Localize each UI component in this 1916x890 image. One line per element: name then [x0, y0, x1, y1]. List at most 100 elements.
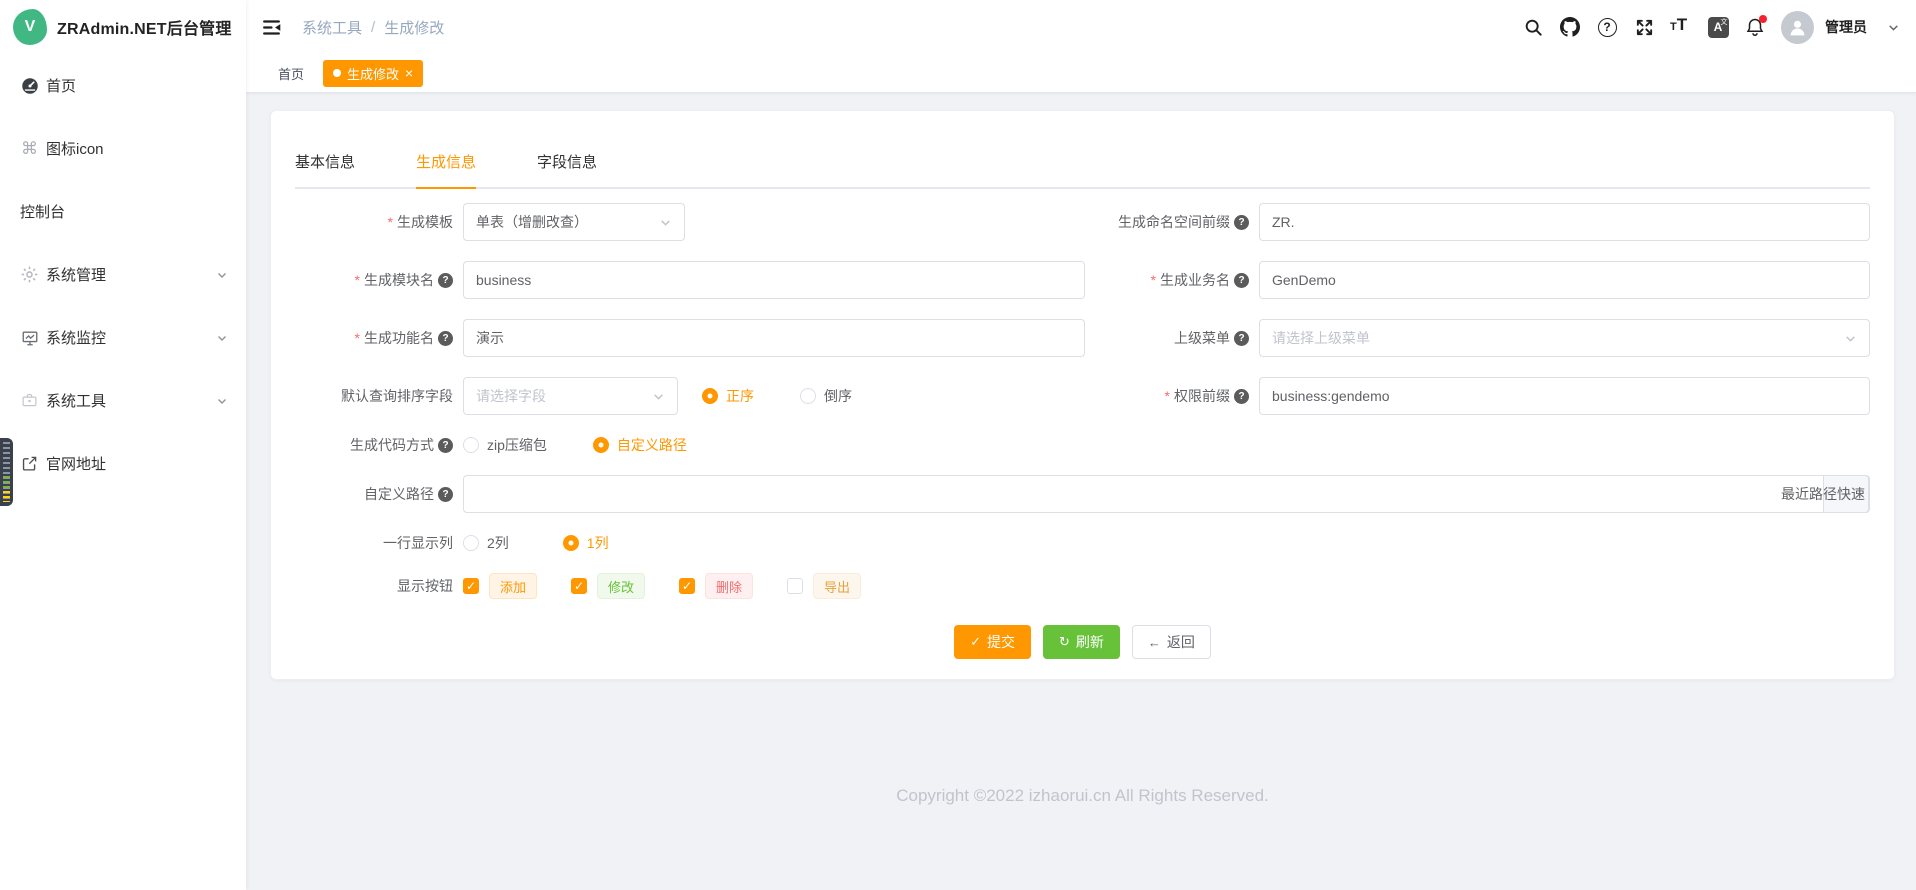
- sidebar-item-system-tools[interactable]: 系统工具: [0, 369, 246, 432]
- code-gen-mode-label: 生成代码方式 ?: [295, 435, 463, 455]
- app-title: ZRAdmin.NET后台管理: [57, 15, 232, 39]
- module-name-input[interactable]: business: [463, 261, 1085, 299]
- gen-template-select[interactable]: 单表（增删改查）: [463, 203, 685, 241]
- external-link-icon: [20, 455, 39, 472]
- notification-bell-icon[interactable]: [1744, 15, 1766, 39]
- recent-path-button[interactable]: 最近路径快速: [1781, 484, 1865, 504]
- checkbox-edit[interactable]: ✓ 修改: [571, 573, 645, 599]
- check-icon: ✓: [970, 634, 981, 650]
- required-mark: *: [1165, 388, 1170, 404]
- tags-view-bar: 首页 生成修改 ×: [246, 54, 1916, 93]
- logo-row[interactable]: V ZRAdmin.NET后台管理: [0, 0, 246, 54]
- tab-label: 生成修改: [347, 64, 399, 83]
- sidebar-item-home[interactable]: 首页: [0, 54, 246, 117]
- required-mark: *: [388, 214, 393, 230]
- checkbox-delete[interactable]: ✓ 删除: [679, 573, 753, 599]
- sidebar-item-console[interactable]: 控制台: [0, 180, 246, 243]
- tab-gen-edit[interactable]: 生成修改 ×: [323, 60, 423, 87]
- perm-prefix-input[interactable]: business:gendemo: [1259, 377, 1870, 415]
- checkbox-icon: [787, 578, 803, 594]
- sidebar-menu: 首页 ⌘ 图标icon 控制台 系统管理: [0, 54, 246, 495]
- business-name-input[interactable]: GenDemo: [1259, 261, 1870, 299]
- sidebar-item-official-site[interactable]: 官网地址: [0, 432, 246, 495]
- custom-path-input[interactable]: 最近路径快速: [463, 475, 1870, 513]
- tab-gen-info[interactable]: 生成信息: [416, 151, 476, 187]
- back-button[interactable]: ← 返回: [1132, 625, 1211, 659]
- collapse-menu-icon[interactable]: [260, 15, 282, 39]
- submit-button[interactable]: ✓ 提交: [954, 625, 1031, 659]
- chevron-down-icon: [1844, 332, 1857, 345]
- checkbox-icon: ✓: [463, 578, 479, 594]
- sidebar-item-label: 系统工具: [46, 390, 106, 411]
- font-size-icon[interactable]: TT: [1670, 15, 1692, 39]
- tab-basic-info[interactable]: 基本信息: [295, 151, 355, 187]
- breadcrumb-item: 生成修改: [384, 17, 444, 38]
- function-name-label: * 生成功能名 ?: [295, 328, 463, 348]
- help-circle-icon[interactable]: ?: [438, 273, 453, 288]
- search-icon[interactable]: [1522, 15, 1544, 39]
- chevron-down-icon: [652, 390, 665, 403]
- help-circle-icon[interactable]: ?: [438, 331, 453, 346]
- sidebar-item-system-monitor[interactable]: 系统监控: [0, 306, 246, 369]
- chevron-down-icon: [216, 332, 228, 344]
- checkbox-add[interactable]: ✓ 添加: [463, 573, 537, 599]
- gen-template-value: 单表（增删改查）: [476, 212, 588, 232]
- radio-one-column[interactable]: 1列: [563, 533, 609, 553]
- radio-icon: [593, 437, 609, 453]
- help-circle-icon[interactable]: ?: [1234, 389, 1249, 404]
- tag-edit: 修改: [597, 573, 645, 599]
- settings-drawer-handle[interactable]: [0, 438, 13, 506]
- translate-icon[interactable]: A文: [1707, 15, 1729, 39]
- sidebar-item-label: 系统管理: [46, 264, 106, 285]
- sidebar-item-system-manage[interactable]: 系统管理: [0, 243, 246, 306]
- avatar[interactable]: [1781, 11, 1814, 44]
- sidebar-item-label: 首页: [46, 75, 76, 96]
- user-name[interactable]: 管理员: [1825, 17, 1867, 37]
- namespace-prefix-label: 生成命名空间前缀 ?: [1099, 212, 1259, 232]
- radio-two-columns[interactable]: 2列: [463, 533, 509, 553]
- page-content: 基本信息 生成信息 字段信息 * 生成模板: [246, 93, 1916, 890]
- gen-info-form: * 生成模板 单表（增删改查）: [295, 203, 1870, 659]
- function-name-input[interactable]: 演示: [463, 319, 1085, 357]
- checkbox-export[interactable]: 导出: [787, 573, 861, 599]
- sidebar-item-icons[interactable]: ⌘ 图标icon: [0, 117, 246, 180]
- topbar-actions: ? TT A文 管理员: [1522, 11, 1904, 44]
- namespace-prefix-input[interactable]: ZR.: [1259, 203, 1870, 241]
- form-actions: ✓ 提交 ↻ 刷新 ← 返回: [295, 625, 1870, 659]
- monitor-icon: [20, 329, 39, 347]
- radio-custom-path[interactable]: 自定义路径: [593, 435, 687, 455]
- chevron-down-icon: [659, 216, 672, 229]
- close-icon[interactable]: ×: [405, 66, 413, 80]
- tab-home[interactable]: 首页: [278, 64, 304, 83]
- translate-glyph: A文: [1708, 17, 1729, 38]
- business-name-label: * 生成业务名 ?: [1099, 270, 1259, 290]
- radio-zip[interactable]: zip压缩包: [463, 435, 547, 455]
- radio-sort-desc[interactable]: 倒序: [800, 386, 852, 406]
- show-buttons-label: 显示按钮: [295, 576, 463, 596]
- help-circle-icon[interactable]: ?: [1234, 215, 1249, 230]
- refresh-button[interactable]: ↻ 刷新: [1043, 625, 1120, 659]
- notification-badge: [1759, 15, 1767, 23]
- radio-sort-asc[interactable]: 正序: [702, 386, 754, 406]
- github-icon[interactable]: [1559, 15, 1581, 39]
- sort-field-select[interactable]: 请选择字段: [463, 377, 678, 415]
- help-circle-icon[interactable]: ?: [438, 487, 453, 502]
- radio-icon: [563, 535, 579, 551]
- form-tabs: 基本信息 生成信息 字段信息: [295, 151, 1870, 189]
- help-circle-icon[interactable]: ?: [1234, 331, 1249, 346]
- user-menu-chevron-icon[interactable]: [1882, 15, 1904, 39]
- parent-menu-select[interactable]: 请选择上级菜单: [1259, 319, 1870, 357]
- help-circle-icon[interactable]: ?: [438, 438, 453, 453]
- help-icon[interactable]: ?: [1596, 15, 1618, 39]
- main-column: 系统工具 / 生成修改 ? TT A文: [246, 0, 1916, 890]
- help-circle-icon[interactable]: ?: [1234, 273, 1249, 288]
- radio-icon: [702, 388, 718, 404]
- parent-menu-label: 上级菜单 ?: [1099, 328, 1259, 348]
- tab-field-info[interactable]: 字段信息: [537, 151, 597, 187]
- toolbox-icon: [20, 392, 39, 409]
- app-root: V ZRAdmin.NET后台管理 首页 ⌘ 图标icon 控制台: [0, 0, 1916, 890]
- drawer-handle-stripes-color: [3, 476, 10, 502]
- breadcrumb: 系统工具 / 生成修改: [302, 17, 444, 38]
- fullscreen-icon[interactable]: [1633, 15, 1655, 39]
- breadcrumb-item[interactable]: 系统工具: [302, 17, 362, 38]
